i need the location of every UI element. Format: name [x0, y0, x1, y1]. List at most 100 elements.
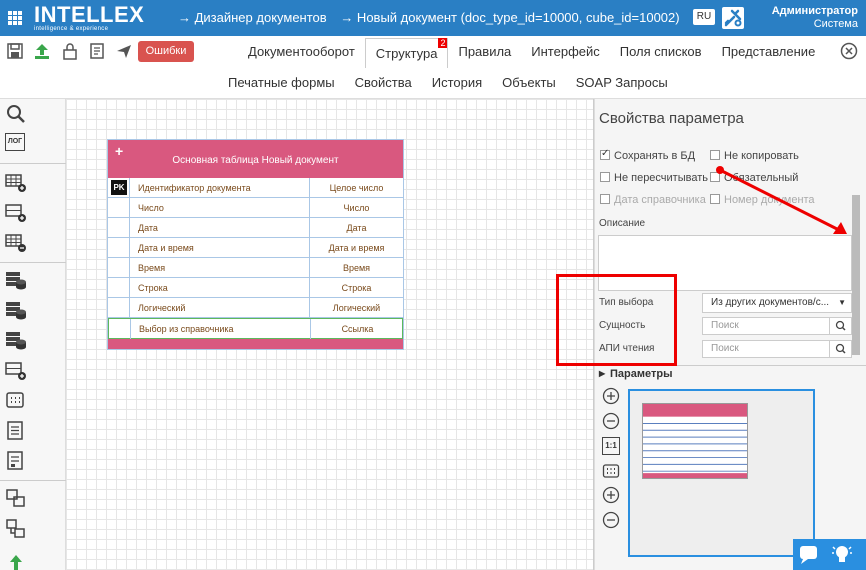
language-button[interactable]: RU: [693, 9, 715, 25]
database-icon[interactable]: [5, 270, 27, 292]
tab-print-forms[interactable]: Печатные формы: [218, 68, 345, 98]
field-type: Дата: [309, 218, 403, 238]
errors-button[interactable]: Ошибки: [138, 41, 194, 62]
table-row[interactable]: Число Число: [108, 198, 403, 218]
select-value: Из других документов/с...: [711, 297, 830, 308]
log-button[interactable]: ЛОГ: [5, 133, 25, 151]
send-icon[interactable]: [115, 42, 133, 60]
zoom-out-icon[interactable]: [602, 511, 620, 529]
table-row[interactable]: Строка Строка: [108, 278, 403, 298]
logo[interactable]: INTELLEX intelligence & experience: [34, 2, 145, 33]
grid-icon[interactable]: [5, 390, 27, 412]
add-table-icon[interactable]: [5, 172, 27, 194]
tab-label: Представление: [721, 44, 816, 59]
up-arrow-icon[interactable]: [5, 553, 27, 570]
triangle-right-icon: ▶: [599, 369, 606, 378]
field-name: Дата и время: [138, 243, 194, 253]
tab-workflow[interactable]: Документооборот: [238, 36, 365, 68]
key-cell: [108, 258, 130, 278]
annotation-arrow: [716, 166, 847, 234]
tab-label: Печатные формы: [228, 75, 335, 90]
tab-history[interactable]: История: [422, 68, 492, 98]
tab-structure[interactable]: Структура 2: [364, 38, 449, 68]
divider: [0, 480, 66, 481]
main-table[interactable]: + Основная таблица Новый документ PK Иден…: [107, 139, 404, 350]
zoom-in-icon[interactable]: [602, 486, 620, 504]
apps-grid-icon[interactable]: [8, 11, 22, 25]
tab-label: Поля списков: [619, 44, 702, 59]
tab-label: Документооборот: [248, 44, 355, 59]
list-icon[interactable]: [5, 420, 27, 442]
divider: [0, 262, 66, 263]
lock-icon[interactable]: [61, 42, 79, 60]
input-placeholder: Поиск: [711, 320, 739, 331]
table-title: Основная таблица Новый документ: [172, 155, 339, 166]
field-type: Логический: [309, 298, 403, 318]
close-icon[interactable]: [840, 42, 858, 60]
table-row-selected[interactable]: Выбор из справочника Ссылка: [108, 318, 403, 339]
breadcrumb-designer[interactable]: → Дизайнер документов: [178, 10, 327, 25]
entity-search-input[interactable]: Поиск: [702, 317, 852, 335]
tab-view[interactable]: Представление: [712, 36, 826, 68]
search-icon-box[interactable]: [829, 318, 851, 334]
tab-label: История: [431, 75, 483, 90]
remove-table-icon[interactable]: [5, 232, 27, 254]
key-cell: [108, 198, 130, 218]
logo-text: INTELLEX: [34, 2, 145, 27]
document-icon[interactable]: [88, 42, 106, 60]
field-type: Время: [309, 258, 403, 278]
upload-icon[interactable]: [33, 42, 51, 60]
tab-list-fields[interactable]: Поля списков: [610, 36, 712, 68]
save-icon[interactable]: [6, 42, 24, 60]
chat-icon[interactable]: [797, 543, 821, 565]
grid-icon[interactable]: [602, 462, 620, 480]
tools-icon[interactable]: [722, 7, 744, 29]
save-db-checkbox[interactable]: Сохранять в БД: [600, 148, 695, 162]
tab-soap[interactable]: SOAP Запросы: [566, 68, 678, 98]
top-bar: INTELLEX intelligence & experience → Диз…: [0, 0, 866, 36]
add-row-icon[interactable]: [5, 202, 27, 224]
tab-label: SOAP Запросы: [575, 75, 668, 90]
form-icon[interactable]: [5, 450, 27, 472]
tab-objects[interactable]: Объекты: [492, 68, 566, 98]
key-cell: [108, 218, 130, 238]
zoom-reset-button[interactable]: 1:1: [602, 437, 620, 455]
table-row[interactable]: Логический Логический: [108, 298, 403, 318]
tab-interface[interactable]: Интерфейс: [521, 36, 609, 68]
field-type: Строка: [309, 278, 403, 298]
no-recalc-checkbox[interactable]: Не пересчитывать: [600, 172, 708, 184]
database-add-icon[interactable]: [5, 300, 27, 322]
table-row[interactable]: Дата Дата: [108, 218, 403, 238]
tab-label: Правила: [458, 44, 512, 59]
zoom-out-icon[interactable]: [602, 412, 620, 430]
sub-tabs: Печатные формы Свойства История Объекты …: [218, 68, 778, 98]
table-header: + Основная таблица Новый документ: [108, 140, 403, 178]
user-info[interactable]: Администратор Система: [772, 5, 858, 31]
chevron-down-icon: ▼: [838, 298, 846, 307]
search-icon[interactable]: [5, 103, 27, 125]
field-name: Время: [138, 263, 166, 273]
params-header[interactable]: ▶ Параметры: [594, 365, 866, 381]
tab-properties[interactable]: Свойства: [345, 68, 422, 98]
checkbox-label: Дата справочника: [614, 194, 706, 206]
tab-label: Свойства: [354, 75, 412, 90]
key-cell: [108, 298, 130, 318]
choice-type-select[interactable]: Из других документов/с... ▼: [702, 293, 852, 313]
database-remove-icon[interactable]: [5, 330, 27, 352]
user-name: Администратор: [771, 5, 858, 17]
search-icon: [835, 320, 846, 331]
link-blocks-icon[interactable]: [5, 518, 27, 540]
tab-rules[interactable]: Правила: [448, 36, 521, 68]
table-row[interactable]: Время Время: [108, 258, 403, 278]
search-icon-box[interactable]: [829, 341, 851, 357]
lightbulb-icon[interactable]: [830, 543, 854, 565]
api-search-input[interactable]: Поиск: [702, 340, 852, 358]
table-row[interactable]: PK Идентификатор документа Целое число: [108, 178, 403, 198]
add-field-icon[interactable]: [5, 360, 27, 382]
table-row[interactable]: Дата и время Дата и время: [108, 238, 403, 258]
ref-date-checkbox[interactable]: Дата справочника: [600, 194, 706, 206]
main-tabs: Документооборот Структура 2 Правила Интер…: [238, 36, 825, 68]
zoom-in-icon[interactable]: [602, 387, 620, 405]
tab-label: Объекты: [502, 75, 556, 90]
copy-icon[interactable]: [5, 488, 27, 510]
